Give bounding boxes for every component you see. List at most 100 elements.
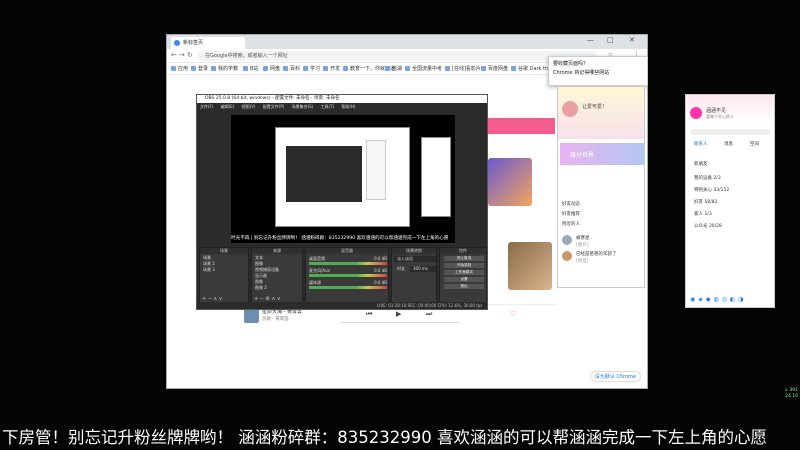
heart-icon[interactable]: ♡ [510,310,516,318]
network-speed: ↓ 391 24.16 [784,388,798,400]
obs-status-bar: LIVE: 01:28:10 REC: 00:00:00 CPU: 12.6%,… [197,302,487,309]
contact-group[interactable]: 我的设备 2/3 [694,175,721,181]
bookmark-item[interactable]: 应用 [171,65,188,72]
obs-menu-item[interactable]: 视图(V) [242,104,256,109]
obs-window: OBS 25.0.8 (64-bit, windows) - 配置文件: 未命名… [196,94,488,310]
bookmark-item[interactable]: [在线]看影片 [445,65,481,72]
bookmark-item[interactable]: 全国流量中考 [405,65,442,72]
nested-qq-panel [421,137,451,217]
duration-input[interactable]: 300 ms [410,266,436,272]
avatar[interactable] [562,235,572,245]
reload-icon[interactable]: ↻ [187,51,193,59]
contact-name[interactable]: 被寒星 [576,235,590,241]
contact-group[interactable]: 公众号 20/28 [694,223,722,229]
qq-menu-item[interactable]: 附近的人 [562,221,580,227]
progress-bar[interactable] [340,322,460,323]
volume-meter[interactable] [309,274,387,277]
transition-select[interactable]: 淡入淡出 [394,256,436,262]
contact-group[interactable]: 家人 1/3 [694,211,712,217]
close-icon[interactable]: ✕ [629,36,635,44]
obs-text-ticker: 时光不再 | 别忘记升粉丝牌牌哟！ 涵涵粉碎群：835232990 喜欢涵涵的可… [231,236,449,241]
group-count: 20/28 [708,224,722,229]
live-card[interactable] [488,158,532,206]
volume-meter[interactable] [309,286,387,289]
bookmark-item[interactable]: 蓝湖 [385,65,402,72]
bookmark-item[interactable]: 开发 [323,65,340,72]
danmaku-text: 下房管！别忘记升粉丝牌牌哟！ 涵涵粉碎群：835232990 喜欢涵涵的可以帮涵… [2,428,767,447]
bookmark-item[interactable]: 学习 [303,65,320,72]
popup-text: Chrome 将记得哪些网站 [553,70,610,76]
transitions-dock: 场景转换 淡入淡出 时长 300 ms [391,247,437,305]
tab-bar: 新标签页 — □ ✕ [167,35,647,49]
live-card[interactable] [508,242,552,290]
contact-group[interactable]: 特别关心 33/152 [694,187,729,193]
group-label: 家人 [694,212,703,217]
duration-label: 时长 [397,266,405,271]
qq-menu-item[interactable]: 好友动态 [562,201,580,207]
minimize-icon[interactable]: — [587,36,594,44]
group-label: 我的设备 [694,176,712,181]
avatar[interactable] [562,251,572,261]
settings-button[interactable]: 设置 [444,277,484,282]
qq-username: 涵涵不见 [706,108,727,114]
qq-greeting: 让爱可爱！ [582,104,608,110]
bookmark-item[interactable]: 我的学籍 [211,65,238,72]
bookmark-item[interactable]: 登录 [191,65,208,72]
obs-menu-item[interactable]: 工具(T) [321,104,335,109]
qq-banner[interactable]: 缘分世界 [560,143,644,165]
set-default-chrome-link[interactable]: 设为默认 Chrome [589,371,641,382]
qq-menu-item[interactable]: 好友推荐 [562,211,580,217]
tab-contacts[interactable]: 联系人 [694,141,708,147]
tab-messages[interactable]: 消息 [724,141,733,147]
nested-qq-capture [366,140,386,200]
stop-streaming-button[interactable]: 停止推流 [444,256,484,261]
studio-mode-button[interactable]: 工作室模式 [444,270,484,275]
forward-icon[interactable]: → [179,51,185,59]
qq-app-icons[interactable]: ◉◈◆◍◎◐◑ [690,296,746,303]
start-recording-button[interactable]: 开始录制 [444,263,484,268]
volume-meter[interactable] [309,262,387,265]
controls-dock: 控件 停止推流 开始录制 工作室模式 设置 退出 [439,247,487,305]
tab-new-tab[interactable]: 新标签页 [171,37,245,49]
play-icon[interactable]: ▶ [396,310,401,318]
group-label: 好友 [694,200,703,205]
avatar[interactable] [690,107,702,119]
qq-panel-header: 让爱可爱！ [558,87,644,139]
bookmark-item[interactable]: B站 [243,65,258,72]
previous-track-icon[interactable]: ⏮ [366,310,372,319]
obs-title: OBS 25.0.8 (64-bit, windows) - 配置文件: 未命名… [197,95,487,103]
group-count: 33/152 [713,188,730,193]
source-item[interactable]: 图像 2 [252,285,302,291]
bookmark-item[interactable]: 百科 [283,65,300,72]
next-track-icon[interactable]: ⏭ [426,310,432,319]
contact-message: [图片] [576,243,589,248]
obs-menu-item[interactable]: 配置文件(P) [263,104,285,109]
group-count: 1/3 [704,212,712,217]
contact-group[interactable]: 好友 58/82 [694,199,717,205]
obs-menu-item[interactable]: 文件(F) [200,104,213,109]
bookmark-item[interactable]: 网盘 [263,65,280,72]
contact-name[interactable]: 已经是爸爸的年龄了 [576,251,617,257]
scene-item[interactable]: 场景 3 [200,267,248,273]
obs-menu-item[interactable]: 编辑(E) [221,104,235,109]
chrome-popup: 要收藏页面吗？ Chrome 将记得哪些网站 [548,56,648,86]
contact-message: [语音] [576,259,589,264]
maximize-icon[interactable]: □ [607,36,614,44]
song-artist: 热歌 · 黄霄雲 [262,317,289,322]
dock-title: 控件 [440,248,486,254]
album-cover[interactable] [244,308,259,323]
tab-space[interactable]: 空间 [750,141,759,147]
bookmark-item[interactable]: 百度网盘 [481,65,508,72]
obs-menu-item[interactable]: 帮助(H) [341,104,355,109]
omnibox[interactable]: 在Google中搜索，或者输入一个网址 [197,51,597,61]
chrome-tab-icon [174,40,180,46]
obs-preview[interactable] [231,115,455,243]
dock-title: 混音器 [306,248,388,254]
back-icon[interactable]: ← [171,51,177,59]
contact-group[interactable]: 新朋友 [694,161,708,167]
avatar[interactable] [562,101,578,117]
obs-menu-item[interactable]: 场景集合(S) [292,104,314,109]
exit-button[interactable]: 退出 [444,284,484,289]
search-input[interactable] [690,129,770,135]
popup-title: 要收藏页面吗？ [553,61,589,67]
